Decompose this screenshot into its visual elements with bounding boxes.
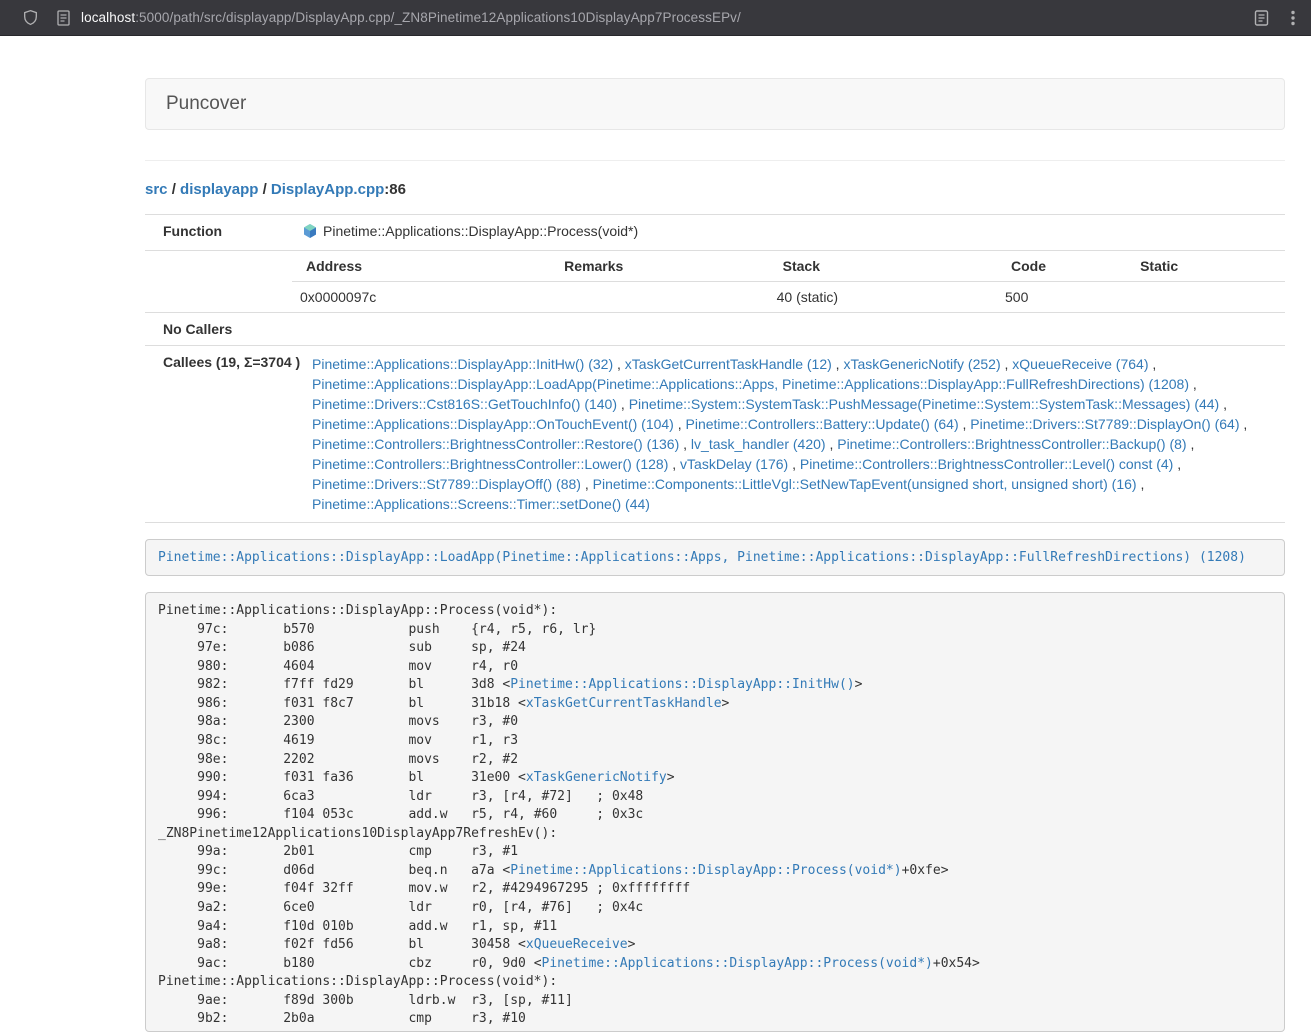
- callee-link[interactable]: Pinetime::System::SystemTask::PushMessag…: [629, 396, 1220, 412]
- code-symbol-link[interactable]: Pinetime::Applications::DisplayApp::Init…: [510, 677, 854, 692]
- empty-label: [145, 251, 292, 313]
- divider: [145, 160, 1285, 161]
- callee-link[interactable]: Pinetime::Applications::Screens::Timer::…: [312, 496, 650, 512]
- remarks-value: [550, 282, 768, 313]
- callee-separator: ,: [788, 456, 800, 472]
- url-domain: localhost: [81, 10, 135, 25]
- callee-separator: ,: [1137, 476, 1145, 492]
- no-callers-label: No Callers: [145, 313, 292, 346]
- callee-link[interactable]: Pinetime::Applications::DisplayApp::Init…: [312, 356, 613, 372]
- url-path: :5000/path/src/displayapp/DisplayApp.cpp…: [135, 10, 741, 25]
- function-icon: [302, 223, 318, 242]
- breadcrumb: src / displayapp / DisplayApp.cpp:86: [145, 181, 1285, 198]
- column-static: Static: [1126, 251, 1285, 282]
- reader-mode-icon[interactable]: [1254, 10, 1269, 26]
- callee-separator: ,: [959, 416, 971, 432]
- callee-separator: ,: [1148, 356, 1156, 372]
- breadcrumb-separator: /: [258, 181, 271, 198]
- function-name: Pinetime::Applications::DisplayApp::Proc…: [323, 223, 638, 239]
- breadcrumb-separator: /: [168, 181, 181, 198]
- highlighted-symbol-link[interactable]: Pinetime::Applications::DisplayApp::Load…: [158, 550, 1246, 565]
- callee-separator: ,: [1189, 376, 1197, 392]
- callee-link[interactable]: xTaskGetCurrentTaskHandle (12): [625, 356, 832, 372]
- callee-separator: ,: [674, 416, 686, 432]
- metrics-value-row: 0x0000097c 40 (static) 500: [292, 282, 1285, 313]
- metrics-header-row: Address Remarks Stack Code Static: [292, 251, 1285, 282]
- callee-separator: ,: [668, 456, 680, 472]
- function-row: Function Pinetime::Applications::Display…: [145, 215, 1285, 251]
- highlighted-symbol: Pinetime::Applications::DisplayApp::Load…: [145, 539, 1285, 576]
- breadcrumb-link-file[interactable]: DisplayApp.cpp: [271, 181, 384, 198]
- breadcrumb-line-number: :86: [384, 181, 406, 198]
- code-symbol-link[interactable]: xTaskGenericNotify: [526, 770, 667, 785]
- callees-list: Pinetime::Applications::DisplayApp::Init…: [292, 346, 1285, 523]
- column-code: Code: [997, 251, 1126, 282]
- callee-separator: ,: [617, 396, 629, 412]
- callee-separator: ,: [832, 356, 844, 372]
- callee-link[interactable]: Pinetime::Controllers::BrightnessControl…: [800, 456, 1173, 472]
- breadcrumb-link-src[interactable]: src: [145, 181, 168, 198]
- callee-separator: ,: [581, 476, 593, 492]
- function-metrics-table: Address Remarks Stack Code Static 0x0000…: [292, 251, 1285, 312]
- callee-link[interactable]: Pinetime::Drivers::Cst816S::GetTouchInfo…: [312, 396, 617, 412]
- function-details-row: Address Remarks Stack Code Static 0x0000…: [145, 251, 1285, 313]
- code-symbol-link[interactable]: Pinetime::Applications::DisplayApp::Proc…: [510, 863, 901, 878]
- callees-label: Callees (19, Σ=3704 ): [145, 346, 292, 523]
- column-remarks: Remarks: [550, 251, 768, 282]
- page-content: Puncover src / displayapp / DisplayApp.c…: [145, 78, 1285, 1032]
- callee-separator: ,: [826, 436, 838, 452]
- address-bar[interactable]: localhost:5000/path/src/displayapp/Displ…: [81, 10, 1254, 25]
- callee-separator: ,: [1240, 416, 1248, 432]
- callee-link[interactable]: Pinetime::Controllers::BrightnessControl…: [312, 436, 679, 452]
- callee-separator: ,: [679, 436, 691, 452]
- kebab-menu-icon[interactable]: [1291, 10, 1295, 26]
- callees-row: Callees (19, Σ=3704 ) Pinetime::Applicat…: [145, 346, 1285, 523]
- shield-icon[interactable]: [23, 9, 38, 26]
- callee-separator: ,: [1001, 356, 1013, 372]
- callee-link[interactable]: Pinetime::Drivers::St7789::DisplayOff() …: [312, 476, 581, 492]
- column-stack: Stack: [769, 251, 997, 282]
- callee-link[interactable]: Pinetime::Applications::DisplayApp::OnTo…: [312, 416, 674, 432]
- function-label: Function: [145, 215, 292, 251]
- callee-separator: ,: [1173, 456, 1181, 472]
- code-symbol-link[interactable]: xQueueReceive: [526, 937, 628, 952]
- column-address: Address: [292, 251, 550, 282]
- callee-link[interactable]: Pinetime::Controllers::Battery::Update()…: [686, 416, 959, 432]
- no-callers-row: No Callers: [145, 313, 1285, 346]
- code-symbol-link[interactable]: Pinetime::Applications::DisplayApp::Proc…: [542, 956, 933, 971]
- stack-value: 40 (static): [769, 282, 997, 313]
- disassembly-code: Pinetime::Applications::DisplayApp::Proc…: [145, 592, 1285, 1032]
- callee-separator: ,: [613, 356, 625, 372]
- navbar: Puncover: [145, 78, 1285, 130]
- callee-link[interactable]: lv_task_handler (420): [691, 436, 826, 452]
- code-symbol-link[interactable]: xTaskGetCurrentTaskHandle: [526, 696, 722, 711]
- callee-link[interactable]: xTaskGenericNotify (252): [843, 356, 1000, 372]
- code-value: 500: [997, 282, 1126, 313]
- callee-link[interactable]: Pinetime::Controllers::BrightnessControl…: [312, 456, 668, 472]
- static-value: [1126, 282, 1285, 313]
- callee-separator: ,: [1219, 396, 1227, 412]
- callee-link[interactable]: xQueueReceive (764): [1012, 356, 1148, 372]
- breadcrumb-link-displayapp[interactable]: displayapp: [180, 181, 258, 198]
- browser-toolbar: localhost:5000/path/src/displayapp/Displ…: [0, 0, 1311, 36]
- brand-title[interactable]: Puncover: [146, 93, 246, 115]
- function-table: Function Pinetime::Applications::Display…: [145, 214, 1285, 523]
- site-info-icon[interactable]: [57, 10, 70, 26]
- callee-separator: ,: [1187, 436, 1195, 452]
- callee-link[interactable]: Pinetime::Applications::DisplayApp::Load…: [312, 376, 1189, 392]
- callee-link[interactable]: vTaskDelay (176): [680, 456, 788, 472]
- address-value: 0x0000097c: [292, 282, 550, 313]
- callee-link[interactable]: Pinetime::Controllers::BrightnessControl…: [837, 436, 1186, 452]
- callee-link[interactable]: Pinetime::Drivers::St7789::DisplayOn() (…: [970, 416, 1239, 432]
- callee-link[interactable]: Pinetime::Components::LittleVgl::SetNewT…: [593, 476, 1137, 492]
